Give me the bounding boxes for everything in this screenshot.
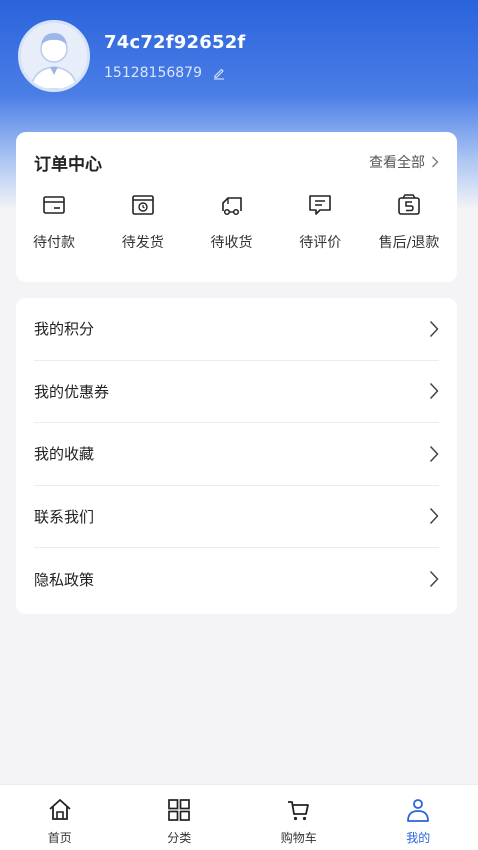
user-icon bbox=[407, 799, 430, 822]
menu-item-points[interactable]: 我的积分 bbox=[34, 298, 439, 361]
bottom-tab-bar: 首页 分类 购物车 我的 bbox=[0, 784, 478, 850]
tab-home[interactable]: 首页 bbox=[15, 785, 105, 846]
menu-item-label: 我的优惠券 bbox=[34, 382, 110, 401]
cart-icon bbox=[287, 801, 309, 821]
chevron-right-icon bbox=[432, 156, 439, 168]
tab-label: 首页 bbox=[47, 831, 72, 845]
comment-icon bbox=[309, 195, 332, 215]
tab-mine[interactable]: 我的 bbox=[373, 785, 463, 846]
refund-icon bbox=[398, 194, 420, 215]
view-all-label: 查看全部 bbox=[369, 155, 425, 171]
tab-label: 购物车 bbox=[280, 831, 317, 845]
menu-item-contact-us[interactable]: 联系我们 bbox=[34, 486, 439, 548]
menu-item-label: 我的收藏 bbox=[34, 445, 95, 464]
order-item-label: 售后/退款 bbox=[378, 235, 440, 251]
chevron-right-icon bbox=[429, 571, 439, 588]
order-center-card: 订单中心 查看全部 待付款 待发货 待收货 待评价 售后/退款 bbox=[16, 132, 457, 282]
chevron-right-icon bbox=[429, 445, 439, 462]
avatar-person-icon bbox=[30, 33, 78, 89]
order-after-sales[interactable]: 售后/退款 bbox=[365, 192, 453, 252]
menu-item-favorites[interactable]: 我的收藏 bbox=[34, 423, 439, 486]
order-pending-payment[interactable]: 待付款 bbox=[10, 192, 98, 252]
order-pending-shipment[interactable]: 待发货 bbox=[99, 192, 187, 252]
phone-number: 15128156879 bbox=[104, 64, 202, 81]
chevron-right-icon bbox=[429, 320, 439, 337]
menu-item-coupons[interactable]: 我的优惠券 bbox=[34, 361, 439, 423]
truck-icon bbox=[221, 197, 242, 216]
home-icon bbox=[49, 799, 71, 820]
chevron-right-icon bbox=[429, 508, 439, 525]
profile-section[interactable]: 74c72f92652f 15128156879 bbox=[18, 20, 245, 92]
menu-item-label: 隐私政策 bbox=[34, 570, 95, 589]
menu-item-privacy-policy[interactable]: 隐私政策 bbox=[34, 548, 439, 611]
grid-icon bbox=[168, 799, 191, 821]
tab-cart[interactable]: 购物车 bbox=[254, 785, 344, 846]
menu-item-label: 联系我们 bbox=[34, 507, 95, 526]
tab-label: 我的 bbox=[406, 831, 431, 845]
order-item-label: 待发货 bbox=[121, 235, 164, 251]
username: 74c72f92652f bbox=[104, 31, 246, 53]
package-icon bbox=[131, 195, 154, 215]
tab-label: 分类 bbox=[167, 831, 192, 845]
order-item-label: 待收货 bbox=[210, 235, 253, 251]
view-all-orders-link[interactable]: 查看全部 bbox=[369, 152, 439, 172]
order-item-label: 待评价 bbox=[299, 235, 342, 251]
wallet-icon bbox=[43, 196, 65, 214]
order-pending-receipt[interactable]: 待收货 bbox=[188, 192, 276, 252]
menu-card: 我的积分 我的优惠券 我的收藏 联系我们 隐私政策 bbox=[16, 298, 457, 614]
order-center-title: 订单中心 bbox=[34, 154, 102, 175]
order-pending-review[interactable]: 待评价 bbox=[276, 192, 364, 252]
menu-item-label: 我的积分 bbox=[34, 320, 95, 339]
order-item-label: 待付款 bbox=[33, 235, 75, 251]
chevron-right-icon bbox=[429, 383, 439, 400]
edit-icon[interactable] bbox=[212, 66, 226, 80]
tab-category[interactable]: 分类 bbox=[134, 785, 224, 846]
avatar[interactable] bbox=[18, 20, 90, 92]
